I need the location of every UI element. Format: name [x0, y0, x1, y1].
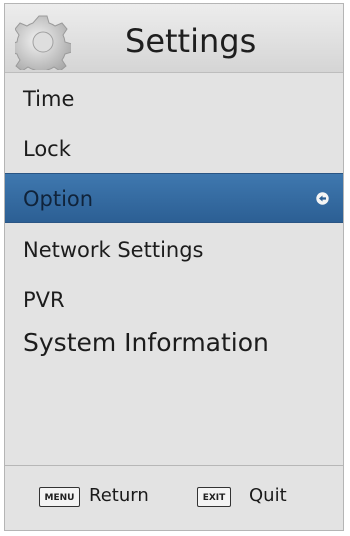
- settings-header: Settings: [5, 4, 343, 73]
- page-title: Settings: [125, 22, 257, 60]
- key-hint-bar: MENU Return EXIT Quit: [5, 465, 343, 530]
- menu-item-lock[interactable]: Lock: [5, 124, 343, 174]
- gear-icon: [15, 15, 71, 70]
- menu-item-label: Option: [23, 187, 94, 211]
- menu-key-icon: MENU: [39, 487, 80, 507]
- menu-item-system-information[interactable]: System Information: [5, 318, 343, 368]
- menu-item-time[interactable]: Time: [5, 74, 343, 124]
- menu-item-network-settings[interactable]: Network Settings: [5, 225, 343, 275]
- quit-hint: Quit: [249, 485, 287, 506]
- menu-item-option[interactable]: Option: [5, 173, 343, 223]
- exit-key-icon: EXIT: [197, 487, 231, 507]
- enter-arrow-icon: [316, 192, 329, 205]
- settings-panel: Settings Time Lock Option Network Settin…: [4, 3, 344, 531]
- return-hint: Return: [89, 485, 149, 506]
